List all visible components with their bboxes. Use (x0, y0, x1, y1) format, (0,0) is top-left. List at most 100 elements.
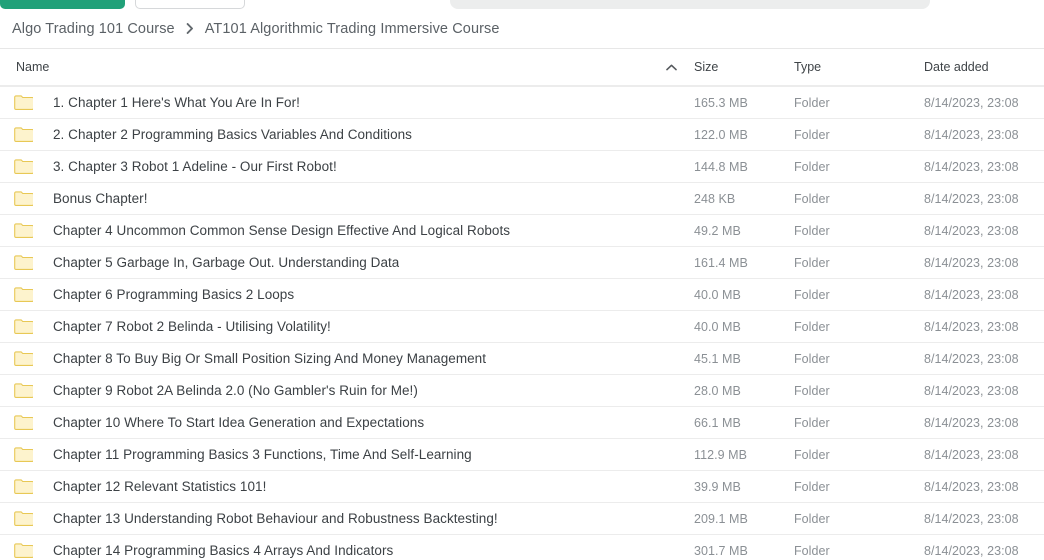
folder-icon (14, 127, 33, 142)
table-row[interactable]: Chapter 12 Relevant Statistics 101! 39.9 … (0, 470, 1044, 502)
cell-name[interactable]: Bonus Chapter! (14, 191, 694, 206)
cell-date-added: 8/14/2023, 23:08 (924, 510, 1044, 528)
file-type-label: Folder (794, 255, 830, 270)
folder-icon (14, 383, 33, 398)
file-size-label: 40.0 MB (694, 287, 741, 302)
cell-type: Folder (794, 478, 924, 496)
cell-type: Folder (794, 126, 924, 144)
table-row[interactable]: 1. Chapter 1 Here's What You Are In For!… (0, 86, 1044, 118)
file-name-label: Chapter 12 Relevant Statistics 101! (53, 479, 267, 494)
cell-size: 40.0 MB (694, 318, 794, 336)
file-name-label: Chapter 6 Programming Basics 2 Loops (53, 287, 295, 302)
file-size-label: 301.7 MB (694, 543, 748, 558)
file-size-label: 66.1 MB (694, 415, 741, 430)
cell-date-added: 8/14/2023, 23:08 (924, 382, 1044, 400)
file-date-label: 8/14/2023, 23:08 (924, 319, 1019, 334)
cell-name[interactable]: 3. Chapter 3 Robot 1 Adeline - Our First… (14, 159, 694, 174)
table-row[interactable]: Chapter 7 Robot 2 Belinda - Utilising Vo… (0, 310, 1044, 342)
file-size-label: 112.9 MB (694, 447, 747, 462)
table-row[interactable]: Chapter 5 Garbage In, Garbage Out. Under… (0, 246, 1044, 278)
breadcrumb-item-current[interactable]: AT101 Algorithmic Trading Immersive Cour… (205, 21, 500, 37)
cell-name[interactable]: Chapter 4 Uncommon Common Sense Design E… (14, 223, 694, 238)
file-browser-window: Algo Trading 101 Course AT101 Algorithmi… (0, 0, 1044, 560)
cell-date-added: 8/14/2023, 23:08 (924, 254, 1044, 272)
column-header-size-label: Size (694, 60, 719, 74)
file-size-label: 144.8 MB (694, 159, 748, 174)
column-header-name[interactable]: Name (14, 60, 694, 74)
folder-icon (14, 351, 33, 366)
table-header-row: Name Size Type Date added (0, 48, 1044, 86)
file-name-label: 1. Chapter 1 Here's What You Are In For! (53, 95, 300, 110)
cell-name[interactable]: Chapter 6 Programming Basics 2 Loops (14, 287, 694, 302)
column-header-type[interactable]: Type (794, 58, 924, 76)
file-type-label: Folder (794, 95, 830, 110)
table-row[interactable]: Chapter 6 Programming Basics 2 Loops 40.0… (0, 278, 1044, 310)
file-name-label: Chapter 7 Robot 2 Belinda - Utilising Vo… (53, 319, 331, 334)
file-size-label: 49.2 MB (694, 223, 741, 238)
breadcrumb-item-root[interactable]: Algo Trading 101 Course (12, 21, 175, 37)
file-name-label: Chapter 10 Where To Start Idea Generatio… (53, 415, 425, 430)
cell-date-added: 8/14/2023, 23:08 (924, 414, 1044, 432)
folder-icon (14, 415, 33, 430)
cell-name[interactable]: 1. Chapter 1 Here's What You Are In For! (14, 95, 694, 110)
column-header-size[interactable]: Size (694, 58, 794, 76)
cell-name[interactable]: Chapter 11 Programming Basics 3 Function… (14, 447, 694, 462)
cell-size: 66.1 MB (694, 414, 794, 432)
table-row[interactable]: 2. Chapter 2 Programming Basics Variable… (0, 118, 1044, 150)
search-input[interactable] (450, 0, 930, 9)
primary-action-button[interactable] (0, 0, 125, 9)
secondary-action-button[interactable] (135, 0, 245, 9)
cell-name[interactable]: Chapter 8 To Buy Big Or Small Position S… (14, 351, 694, 366)
folder-icon (14, 511, 33, 526)
folder-icon (14, 479, 33, 494)
cell-name[interactable]: Chapter 5 Garbage In, Garbage Out. Under… (14, 255, 694, 270)
cell-date-added: 8/14/2023, 23:08 (924, 222, 1044, 240)
cell-name[interactable]: Chapter 13 Understanding Robot Behaviour… (14, 511, 694, 526)
table-row[interactable]: Bonus Chapter! 248 KB Folder 8/14/2023, 23:… (0, 182, 1044, 214)
cell-name[interactable]: Chapter 9 Robot 2A Belinda 2.0 (No Gambl… (14, 383, 694, 398)
cell-type: Folder (794, 286, 924, 304)
cell-size: 301.7 MB (694, 542, 794, 560)
file-date-label: 8/14/2023, 23:08 (924, 255, 1019, 270)
file-size-label: 248 KB (694, 191, 736, 206)
file-type-label: Folder (794, 511, 830, 526)
file-date-label: 8/14/2023, 23:08 (924, 95, 1019, 110)
cell-type: Folder (794, 222, 924, 240)
cell-size: 112.9 MB (694, 446, 794, 464)
folder-icon (14, 319, 33, 334)
file-type-label: Folder (794, 319, 830, 334)
cell-date-added: 8/14/2023, 23:08 (924, 446, 1044, 464)
cell-date-added: 8/14/2023, 23:08 (924, 158, 1044, 176)
cell-size: 28.0 MB (694, 382, 794, 400)
file-type-label: Folder (794, 191, 830, 206)
table-row[interactable]: Chapter 8 To Buy Big Or Small Position S… (0, 342, 1044, 374)
cell-name[interactable]: Chapter 7 Robot 2 Belinda - Utilising Vo… (14, 319, 694, 334)
column-header-name-label: Name (16, 60, 50, 74)
file-date-label: 8/14/2023, 23:08 (924, 127, 1019, 142)
file-size-label: 45.1 MB (694, 351, 741, 366)
column-header-type-label: Type (794, 60, 822, 74)
table-row[interactable]: Chapter 14 Programming Basics 4 Arrays A… (0, 534, 1044, 560)
cell-name[interactable]: Chapter 14 Programming Basics 4 Arrays A… (14, 543, 694, 558)
toolbar (0, 0, 1044, 9)
cell-name[interactable]: Chapter 12 Relevant Statistics 101! (14, 479, 694, 494)
chevron-up-icon[interactable] (666, 64, 677, 71)
column-header-date-added-label: Date added (924, 60, 989, 74)
cell-size: 248 KB (694, 190, 794, 208)
breadcrumb: Algo Trading 101 Course AT101 Algorithmi… (0, 9, 1044, 48)
column-header-date-added[interactable]: Date added (924, 58, 1044, 76)
table-row[interactable]: Chapter 10 Where To Start Idea Generatio… (0, 406, 1044, 438)
cell-date-added: 8/14/2023, 23:08 (924, 94, 1044, 112)
table-row[interactable]: 3. Chapter 3 Robot 1 Adeline - Our First… (0, 150, 1044, 182)
table-row[interactable]: Chapter 13 Understanding Robot Behaviour… (0, 502, 1044, 534)
folder-icon (14, 447, 33, 462)
folder-icon (14, 191, 33, 206)
file-size-label: 165.3 MB (694, 95, 748, 110)
table-row[interactable]: Chapter 9 Robot 2A Belinda 2.0 (No Gambl… (0, 374, 1044, 406)
cell-name[interactable]: 2. Chapter 2 Programming Basics Variable… (14, 127, 694, 142)
table-row[interactable]: Chapter 4 Uncommon Common Sense Design E… (0, 214, 1044, 246)
folder-icon (14, 287, 33, 302)
table-row[interactable]: Chapter 11 Programming Basics 3 Function… (0, 438, 1044, 470)
cell-type: Folder (794, 94, 924, 112)
cell-name[interactable]: Chapter 10 Where To Start Idea Generatio… (14, 415, 694, 430)
